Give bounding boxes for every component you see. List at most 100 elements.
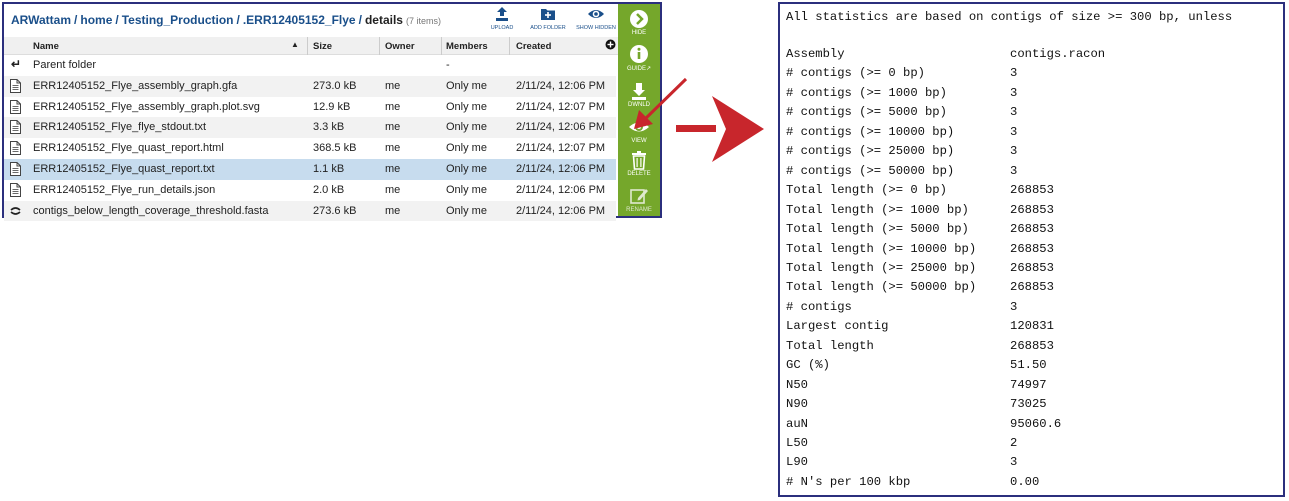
document-icon (10, 78, 21, 93)
report-metric-value: 3 (1010, 455, 1018, 470)
rename-button[interactable]: RENAME (618, 186, 660, 213)
file-size: 273.0 kB (313, 79, 357, 92)
file-members: Only me (446, 121, 487, 134)
file-owner: me (385, 100, 401, 113)
file-size: 368.5 kB (313, 142, 357, 155)
report-metric-name: # contigs (>= 25000 bp) (786, 144, 955, 159)
parent-folder-row[interactable]: ↵ Parent folder - (4, 55, 616, 76)
info-icon (630, 45, 648, 63)
report-metric-name: Total length (>= 10000 bp) (786, 241, 977, 256)
file-browser-panel: ARWattam / home / Testing_Production / .ERR124… (2, 2, 662, 222)
dna-icon (10, 206, 21, 215)
breadcrumb-current: details (364, 13, 403, 27)
column-header-row: Name ▲ Size Owner Members Created (4, 37, 618, 55)
report-metric-name: # N's per 100 kbp (786, 474, 911, 489)
file-created: 2/11/24, 12:06 PM (516, 183, 606, 196)
report-metric-value: 268853 (1010, 280, 1054, 295)
report-metric-name: L50 (786, 436, 808, 450)
hide-button[interactable]: HIDE (618, 9, 660, 36)
item-count: (7 items) (405, 16, 441, 26)
show-hidden-button[interactable]: SHOW HIDDEN (570, 6, 622, 34)
file-name: Parent folder (33, 59, 96, 71)
breadcrumb-link-user[interactable]: ARWattam (11, 13, 71, 27)
rename-label: RENAME (626, 207, 652, 213)
report-metric-name: # contigs (786, 299, 852, 314)
file-size: 12.9 kB (313, 100, 351, 113)
file-name: ERR12405152_Flye_quast_report.txt (33, 163, 215, 175)
file-size: 1.1 kB (313, 163, 345, 175)
column-header-size[interactable]: Size (313, 41, 332, 52)
file-created: 2/11/24, 12:06 PM (516, 204, 606, 217)
file-created: 2/11/24, 12:06 PM (516, 121, 606, 134)
report-metric-value: 74997 (1010, 377, 1047, 392)
file-size: 2.0 kB (313, 183, 345, 196)
add-folder-icon (541, 9, 555, 20)
guide-button[interactable]: GUIDE↗ (618, 44, 660, 72)
report-metric-name: Total length (>= 50000 bp) (786, 280, 977, 295)
file-members: Only me (446, 142, 487, 155)
file-row[interactable]: ERR12405152_Flye_quast_report.html 368.5 … (4, 138, 616, 159)
report-metric-name: # contigs (>= 50000 bp) (786, 163, 955, 178)
report-metric-name: # contigs (>= 0 bp) (786, 66, 925, 81)
report-metric-name: N50 (786, 377, 808, 392)
view-label: VIEW (631, 138, 647, 144)
browser-header: ARWattam / home / Testing_Production / .ERR124… (4, 4, 618, 36)
file-row[interactable]: ERR12405152_Flye_flye_stdout.txt 3.3 kB me… (4, 117, 616, 139)
breadcrumb-link-testing-production[interactable]: Testing_Production (122, 13, 234, 27)
breadcrumb-link-home[interactable]: home (80, 13, 112, 27)
report-metric-value: 2 (1010, 436, 1018, 450)
file-row[interactable]: contigs_below_length_coverage_threshold.… (4, 200, 616, 222)
file-members: Only me (446, 183, 487, 196)
report-metric-value: 3 (1010, 105, 1018, 120)
sort-ascending-icon[interactable]: ▲ (291, 40, 299, 49)
external-link-icon: ↗ (645, 66, 652, 72)
add-folder-button[interactable]: ADD FOLDER (522, 6, 574, 34)
file-created: 2/11/24, 12:07 PM (516, 142, 606, 155)
report-metric-name: N90 (786, 397, 808, 412)
file-owner: me (385, 121, 401, 134)
column-header-owner[interactable]: Owner (385, 41, 415, 52)
report-metric-value: 268853 (1010, 222, 1054, 237)
file-row[interactable]: ERR12405152_Flye_run_details.json 2.0 kB m… (4, 180, 616, 201)
report-metric-name: Total length (>= 5000 bp) (786, 222, 969, 237)
file-members: Only me (446, 100, 487, 113)
column-header-name[interactable]: Name (33, 41, 59, 52)
report-metric-value: 268853 (1010, 241, 1054, 256)
delete-button[interactable]: DELETE (618, 150, 660, 177)
file-row[interactable]: ERR12405152_Flye_quast_report.txt 1.1 kB m… (4, 159, 616, 180)
report-metric-value: 51.50 (1010, 358, 1047, 373)
breadcrumb-link-job-folder[interactable]: .ERR12405152_Flye (243, 13, 356, 27)
column-header-members[interactable]: Members (446, 41, 488, 52)
file-row[interactable]: ERR12405152_Flye_assembly_graph.plot.svg… (4, 97, 616, 118)
file-members: Only me (446, 163, 487, 175)
report-metric-value: 3 (1010, 66, 1018, 81)
report-metric-name: Total length (>= 1000 bp) (786, 202, 969, 217)
report-note: All statistics are based on contigs of s… (786, 10, 1233, 24)
report-metric-value: 95060.6 (1010, 416, 1062, 431)
file-size: 3.3 kB (313, 121, 345, 134)
document-icon (10, 99, 21, 114)
column-header-created[interactable]: Created (516, 41, 551, 52)
file-created: 2/11/24, 12:06 PM (516, 79, 606, 92)
report-metric-name: Largest contig (786, 319, 889, 334)
report-metric-name: L90 (786, 455, 808, 470)
up-arrow-icon: ↵ (11, 57, 22, 71)
file-name: ERR12405152_Flye_flye_stdout.txt (33, 121, 207, 134)
document-icon (10, 120, 21, 135)
guide-label: GUIDE↗ (626, 66, 652, 72)
file-members: Only me (446, 204, 487, 217)
file-members: - (446, 59, 450, 71)
document-icon (10, 182, 21, 197)
report-metric-value: 3 (1010, 299, 1018, 314)
report-metric-value: 3 (1010, 85, 1018, 100)
file-name: ERR12405152_Flye_run_details.json (33, 183, 216, 196)
chevron-right-icon (630, 10, 648, 28)
report-metric-value: 0.00 (1010, 474, 1040, 489)
file-row[interactable]: ERR12405152_Flye_assembly_graph.gfa 273.0… (4, 75, 616, 97)
eye-icon (588, 10, 604, 18)
file-created: 2/11/24, 12:07 PM (516, 100, 606, 113)
report-metric-name: # contigs (>= 5000 bp) (786, 105, 947, 120)
file-created: 2/11/24, 12:06 PM (516, 163, 606, 175)
upload-button[interactable]: UPLOAD (476, 6, 528, 34)
column-options-icon[interactable] (605, 39, 616, 53)
